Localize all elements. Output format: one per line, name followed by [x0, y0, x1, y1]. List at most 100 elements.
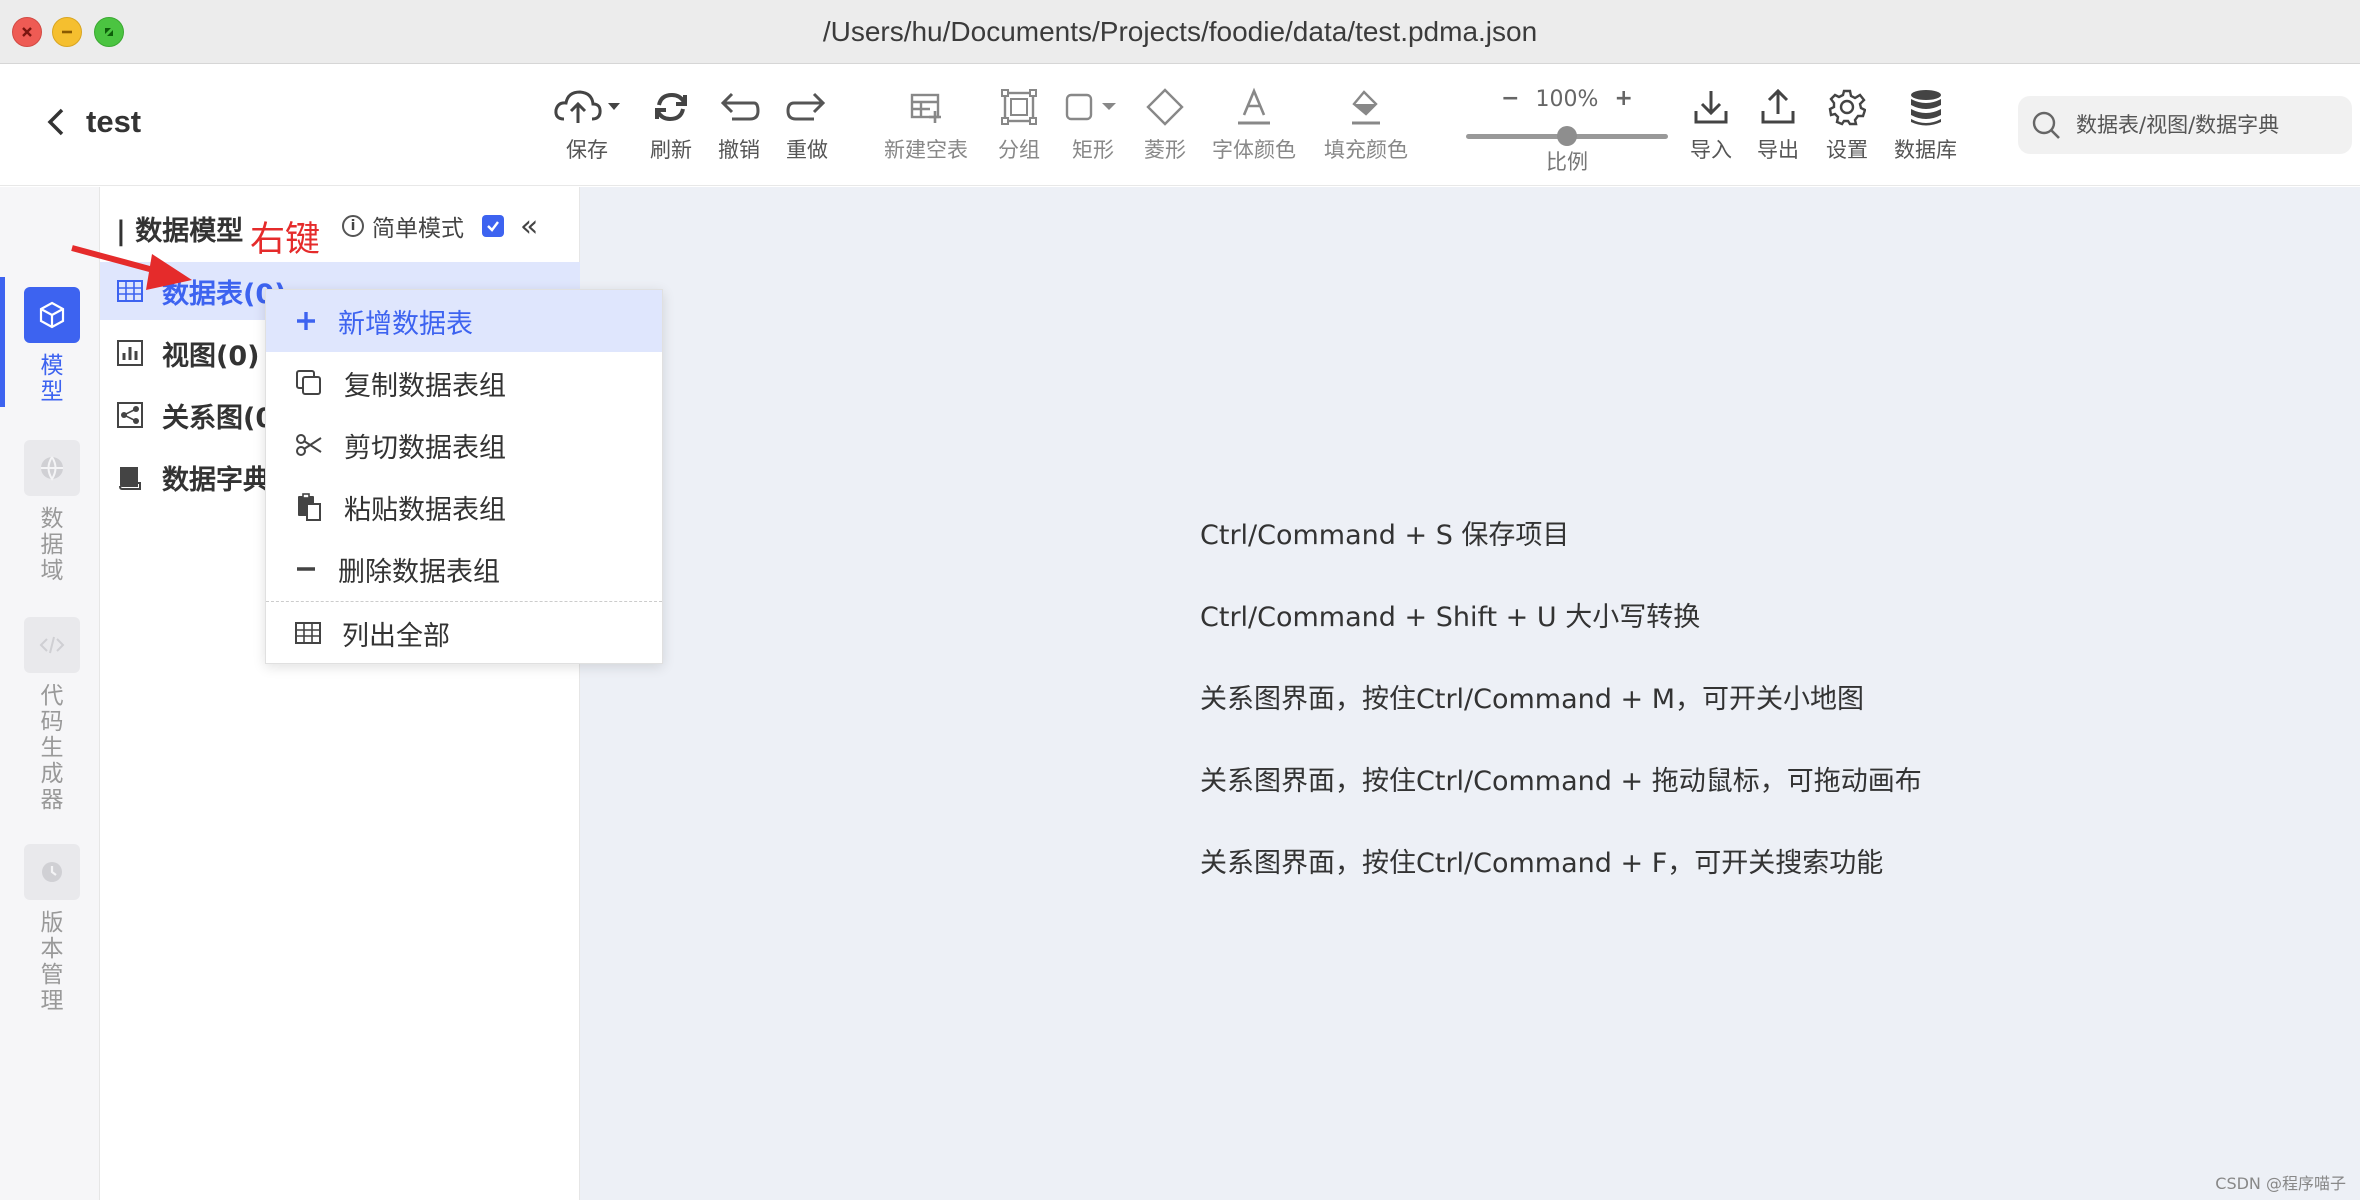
search-input[interactable] — [2076, 113, 2326, 137]
paste-icon — [298, 493, 321, 521]
zoom-out-button[interactable]: − — [1501, 88, 1519, 110]
shortcut-hint: Ctrl/Command + S 保存项目 — [1200, 520, 1570, 551]
simple-mode-toggle[interactable]: i 简单模式 — [342, 209, 504, 243]
export-button[interactable]: 导出 — [1757, 82, 1799, 164]
main-canvas: Ctrl/Command + S 保存项目 Ctrl/Command + Shi… — [580, 187, 2360, 1200]
refresh-icon — [655, 92, 687, 122]
rail-item-label: 模型 — [40, 353, 64, 405]
title-bar: /Users/hu/Documents/Projects/foodie/data… — [0, 0, 2360, 64]
project-name: test — [86, 104, 142, 139]
font-color-button[interactable]: 字体颜色 — [1212, 82, 1296, 164]
new-table-label: 新建空表 — [884, 138, 968, 162]
check-icon — [487, 221, 499, 232]
font-color-icon — [1238, 87, 1270, 125]
undo-label: 撤销 — [718, 138, 760, 162]
book-icon — [119, 467, 141, 490]
back-button[interactable]: test — [44, 104, 141, 140]
scissors-icon — [296, 434, 322, 456]
new-table-icon — [910, 93, 941, 123]
zoom-in-button[interactable]: + — [1614, 88, 1632, 110]
fill-color-label: 填充颜色 — [1324, 138, 1408, 162]
import-button[interactable]: 导入 — [1690, 82, 1732, 164]
window-title: /Users/hu/Documents/Projects/foodie/data… — [822, 16, 1538, 47]
watermark: CSDN @程序喵子 — [2215, 1174, 2346, 1193]
rail-item-version[interactable]: 版本管理 — [24, 844, 80, 1014]
chevron-left-icon — [47, 108, 64, 136]
zoom-slider[interactable] — [1466, 126, 1668, 146]
undo-button[interactable]: 撤销 — [718, 82, 760, 164]
menu-item-copy-group[interactable]: 复制数据表组 — [266, 352, 662, 414]
redo-button[interactable]: 重做 — [786, 82, 828, 164]
simple-mode-label: 简单模式 — [372, 216, 464, 242]
table-icon — [295, 622, 321, 644]
group-button[interactable]: 分组 — [998, 82, 1040, 164]
shortcut-hint: Ctrl/Command + Shift + U 大小写转换 — [1200, 602, 1701, 633]
refresh-label: 刷新 — [650, 138, 692, 162]
new-table-button[interactable]: 新建空表 — [884, 82, 968, 164]
database-button[interactable]: 数据库 — [1894, 82, 1957, 164]
simple-mode-checkbox[interactable] — [482, 215, 504, 237]
search-box[interactable] — [2018, 96, 2352, 154]
nav-rail: 模型 数据域 代码生成器 版本管理 — [0, 187, 100, 1200]
rail-item-model[interactable]: 模型 — [24, 287, 80, 405]
group-label: 分组 — [998, 138, 1040, 162]
database-label: 数据库 — [1894, 138, 1957, 162]
rail-item-codegen[interactable]: 代码生成器 — [24, 617, 80, 813]
rail-item-label: 代码生成器 — [40, 683, 64, 813]
rect-button[interactable]: 矩形 — [1064, 82, 1122, 164]
menu-item-add-table[interactable]: 新增数据表 — [266, 290, 662, 352]
info-icon: i — [342, 215, 364, 237]
rail-item-label: 版本管理 — [40, 910, 64, 1014]
shortcut-hint: 关系图界面，按住Ctrl/Command + 拖动鼠标，可拖动画布 — [1200, 766, 1922, 797]
zoom-slider-knob[interactable] — [1557, 126, 1577, 146]
cube-icon — [39, 301, 65, 329]
menu-item-cut-group[interactable]: 剪切数据表组 — [266, 414, 662, 476]
fill-color-button[interactable]: 填充颜色 — [1324, 82, 1408, 164]
relation-icon — [117, 402, 143, 428]
rail-active-indicator — [0, 277, 5, 407]
fill-color-icon — [1352, 90, 1380, 125]
export-icon — [1761, 88, 1795, 124]
zoom-value: 100% — [1535, 86, 1599, 112]
rect-label: 矩形 — [1072, 138, 1114, 162]
settings-button[interactable]: 设置 — [1826, 82, 1868, 164]
rail-item-domain[interactable]: 数据域 — [24, 440, 80, 584]
gear-icon — [1828, 89, 1866, 126]
import-label: 导入 — [1690, 138, 1732, 162]
copy-icon — [296, 370, 321, 395]
undo-icon — [720, 92, 760, 121]
save-button[interactable]: 保存 — [552, 82, 622, 164]
rail-item-label: 数据域 — [40, 506, 64, 584]
menu-item-delete-group[interactable]: 删除数据表组 — [266, 538, 662, 600]
context-menu: 新增数据表 复制数据表组 剪切数据表组 粘贴数据表组 删除数据表组 列出全部 — [265, 289, 663, 664]
cloud-upload-icon — [554, 90, 620, 123]
database-icon — [1910, 90, 1941, 126]
annotation-text: 右键 — [250, 220, 321, 260]
toolbar: test 保存 刷新 撤销 重做 新建空表 分组 矩形 菱形 字体颜色 填充颜色… — [0, 64, 2360, 186]
diamond-button[interactable]: 菱形 — [1144, 82, 1186, 164]
globe-icon — [41, 456, 63, 481]
history-icon — [42, 862, 62, 882]
plus-icon — [297, 312, 315, 330]
zoom-control: − 100% + 比例 — [1466, 82, 1668, 178]
save-label: 保存 — [566, 138, 608, 162]
code-icon — [39, 636, 65, 654]
search-icon — [2032, 111, 2060, 139]
diamond-icon — [1146, 88, 1184, 126]
menu-item-paste-group[interactable]: 粘贴数据表组 — [266, 476, 662, 538]
chart-icon — [117, 340, 143, 366]
minus-icon — [297, 567, 315, 571]
tree-item-label: 数据字典 — [162, 464, 270, 496]
collapse-panel-button[interactable]: « — [520, 209, 538, 244]
shortcut-hint: 关系图界面，按住Ctrl/Command + F，可开关搜索功能 — [1200, 848, 1884, 879]
zoom-label: 比例 — [1546, 150, 1588, 174]
font-color-label: 字体颜色 — [1212, 138, 1296, 162]
redo-label: 重做 — [786, 138, 828, 162]
settings-label: 设置 — [1826, 138, 1868, 162]
group-icon — [1001, 89, 1037, 125]
diamond-label: 菱形 — [1144, 138, 1186, 162]
menu-item-list-all[interactable]: 列出全部 — [266, 602, 662, 664]
redo-icon — [786, 92, 826, 121]
shortcut-hint: 关系图界面，按住Ctrl/Command + M，可开关小地图 — [1200, 684, 1864, 715]
refresh-button[interactable]: 刷新 — [650, 82, 692, 164]
